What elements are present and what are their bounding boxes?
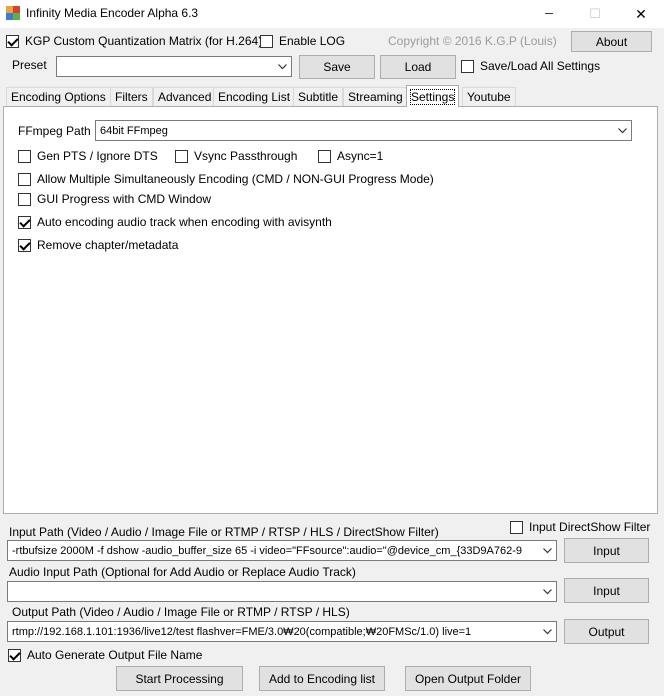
async-box[interactable]: [318, 149, 331, 163]
settings-tab-panel: [3, 106, 658, 514]
audio-input-button[interactable]: Input: [564, 578, 649, 603]
save-load-all-box[interactable]: [461, 59, 474, 73]
minimize-icon: ─: [545, 8, 553, 20]
async-label: Async=1: [337, 149, 384, 163]
tab-encoding-list[interactable]: Encoding List: [213, 87, 296, 106]
app-icon: [6, 6, 20, 20]
tab-settings[interactable]: Settings: [406, 85, 460, 107]
tab-label: Settings: [409, 88, 456, 105]
enable-log-checkbox[interactable]: Enable LOG: [260, 34, 345, 48]
chevron-down-icon: [543, 628, 552, 634]
save-load-all-label: Save/Load All Settings: [480, 59, 601, 73]
ffmpeg-path-label: FFmpeg Path: [18, 124, 91, 138]
maximize-icon: ☐: [589, 6, 601, 21]
gui-progress-label: GUI Progress with CMD Window: [37, 192, 212, 206]
remove-chapter-box[interactable]: [18, 238, 31, 252]
tab-label: Advanced: [158, 90, 212, 104]
gui-progress-box[interactable]: [18, 192, 31, 206]
auto-audio-checkbox[interactable]: Auto encoding audio track when encoding …: [18, 215, 332, 229]
preset-label: Preset: [12, 58, 47, 72]
tab-label: Youtube: [467, 90, 511, 104]
minimize-button[interactable]: ─: [526, 0, 572, 28]
gen-pts-label: Gen PTS / Ignore DTS: [37, 149, 158, 163]
gen-pts-checkbox[interactable]: Gen PTS / Ignore DTS: [18, 149, 158, 163]
copyright-text: Copyright © 2016 K.G.P (Louis): [388, 34, 557, 48]
input-directshow-label: Input DirectShow Filter: [529, 520, 651, 534]
kgp-checkbox-box[interactable]: [6, 34, 19, 48]
chevron-down-icon: [278, 63, 287, 69]
about-button[interactable]: About: [571, 31, 652, 52]
output-path-value: rtmp://192.168.1.101:1936/live12/test fl…: [12, 625, 472, 638]
auto-audio-label: Auto encoding audio track when encoding …: [37, 215, 332, 229]
enable-log-box[interactable]: [260, 34, 273, 48]
output-path-combobox[interactable]: rtmp://192.168.1.101:1936/live12/test fl…: [7, 621, 557, 642]
tab-label: Filters: [115, 90, 148, 104]
chevron-down-icon: [543, 588, 552, 594]
ffmpeg-path-combobox[interactable]: 64bit FFmpeg: [95, 120, 632, 141]
close-button[interactable]: ✕: [618, 0, 664, 28]
kgp-quant-label: KGP Custom Quantization Matrix (for H.26…: [25, 34, 263, 48]
async-checkbox[interactable]: Async=1: [318, 149, 383, 163]
audio-input-path-combobox[interactable]: [7, 581, 557, 602]
preset-combobox[interactable]: [56, 56, 292, 77]
load-preset-button[interactable]: Load: [380, 55, 456, 79]
auto-generate-label: Auto Generate Output File Name: [27, 648, 203, 662]
enable-log-label: Enable LOG: [279, 34, 346, 48]
auto-audio-box[interactable]: [18, 215, 31, 229]
tab-filters[interactable]: Filters: [110, 87, 153, 106]
allow-multi-encoding-checkbox[interactable]: Allow Multiple Simultaneously Encoding (…: [18, 172, 434, 186]
input-path-label: Input Path (Video / Audio / Image File o…: [9, 525, 439, 539]
tab-label: Encoding List: [218, 90, 291, 104]
kgp-quant-checkbox[interactable]: KGP Custom Quantization Matrix (for H.26…: [6, 34, 262, 48]
maximize-button[interactable]: ☐: [572, 0, 618, 28]
tab-label: Streaming: [348, 90, 403, 104]
auto-generate-box[interactable]: [8, 648, 21, 662]
open-output-folder-button[interactable]: Open Output Folder: [405, 666, 531, 691]
remove-chapter-checkbox[interactable]: Remove chapter/metadata: [18, 238, 178, 252]
tab-subtitle[interactable]: Subtitle: [293, 87, 344, 106]
input-path-combobox[interactable]: -rtbufsize 2000M -f dshow -audio_buffer_…: [7, 540, 557, 561]
audio-input-path-label: Audio Input Path (Optional for Add Audio…: [9, 565, 356, 579]
vsync-label: Vsync Passthrough: [194, 149, 298, 163]
tab-encoding-options[interactable]: Encoding Options: [6, 87, 111, 106]
allow-multi-box[interactable]: [18, 172, 31, 186]
vsync-checkbox[interactable]: Vsync Passthrough: [175, 149, 297, 163]
tab-label: Subtitle: [298, 90, 339, 104]
chevron-down-icon: [618, 127, 627, 133]
gui-progress-checkbox[interactable]: GUI Progress with CMD Window: [18, 192, 211, 206]
start-processing-button[interactable]: Start Processing: [116, 666, 243, 691]
vsync-box[interactable]: [175, 149, 188, 163]
output-button[interactable]: Output: [564, 619, 649, 644]
tab-label: Encoding Options: [11, 90, 106, 104]
remove-chapter-label: Remove chapter/metadata: [37, 238, 179, 252]
tab-youtube[interactable]: Youtube: [462, 87, 516, 106]
tab-streaming[interactable]: Streaming: [343, 87, 408, 106]
input-path-value: -rtbufsize 2000M -f dshow -audio_buffer_…: [12, 544, 523, 557]
chevron-down-icon: [543, 547, 552, 553]
gen-pts-box[interactable]: [18, 149, 31, 163]
auto-generate-output-checkbox[interactable]: Auto Generate Output File Name: [8, 648, 202, 662]
add-to-encoding-list-button[interactable]: Add to Encoding list: [259, 666, 385, 691]
allow-multi-label: Allow Multiple Simultaneously Encoding (…: [37, 172, 434, 186]
save-load-all-checkbox[interactable]: Save/Load All Settings: [461, 59, 600, 73]
input-directshow-box[interactable]: [510, 520, 523, 534]
window-title: Infinity Media Encoder Alpha 6.3: [26, 6, 199, 20]
tab-advanced[interactable]: Advanced: [153, 87, 217, 106]
input-button[interactable]: Input: [564, 538, 649, 563]
ffmpeg-path-value: 64bit FFmpeg: [100, 124, 168, 137]
input-directshow-checkbox[interactable]: Input DirectShow Filter: [510, 520, 650, 534]
output-path-label: Output Path (Video / Audio / Image File …: [12, 605, 350, 619]
save-preset-button[interactable]: Save: [299, 55, 375, 79]
close-icon: ✕: [635, 5, 647, 22]
